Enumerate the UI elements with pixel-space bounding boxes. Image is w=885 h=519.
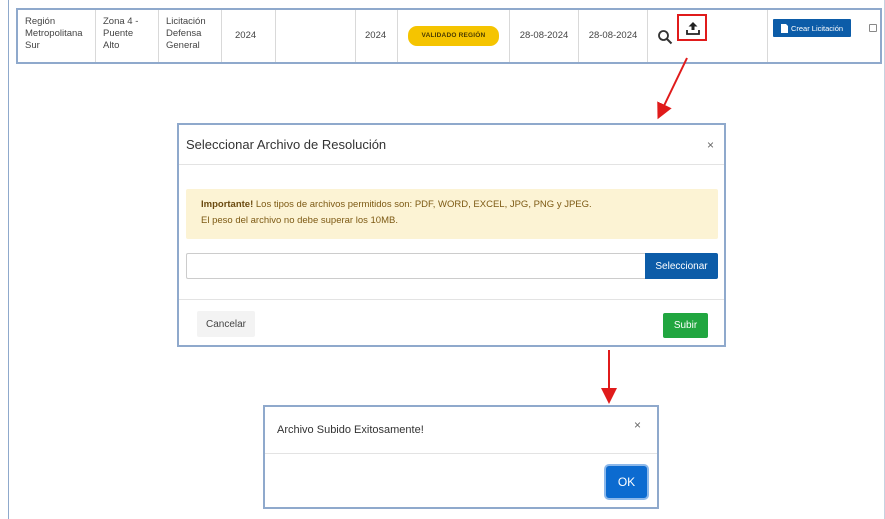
annotation-arrows xyxy=(601,57,688,404)
arrow-to-upload-modal xyxy=(657,57,688,120)
